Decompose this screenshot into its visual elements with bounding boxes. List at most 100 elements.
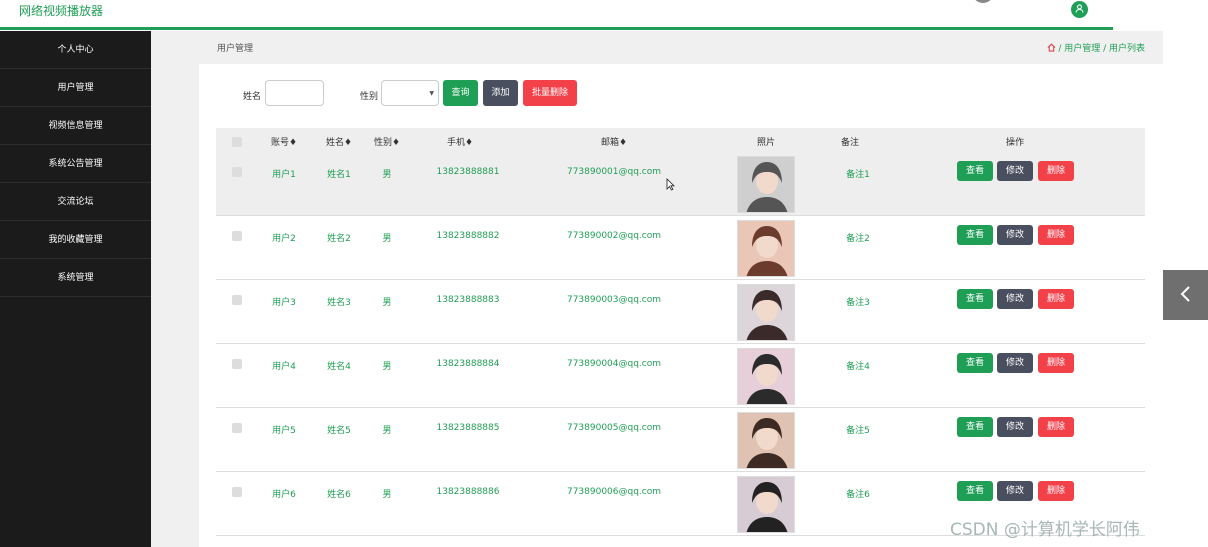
view-button[interactable]: 查看 [957,481,993,501]
user-photo [737,284,795,341]
delete-button[interactable]: 删除 [1038,417,1074,437]
user-photo [737,348,795,405]
cell-email: 773890001@qq.com [566,167,662,177]
col-phone-header[interactable]: 手机♦ [447,135,473,148]
sidebar-item-forum[interactable]: 交流论坛 [0,183,151,221]
cell-phone: 13823888881 [436,167,500,177]
edit-button[interactable]: 修改 [997,353,1033,373]
cell-account: 用户2 [272,234,296,244]
cell-gender: 男 [382,298,392,308]
col-photo-header: 照片 [756,138,776,148]
cell-note: 备注5 [846,426,870,436]
view-button[interactable]: 查看 [957,353,993,373]
cell-account: 用户3 [272,298,296,308]
view-button[interactable]: 查看 [957,289,993,309]
cell-email: 773890004@qq.com [566,359,662,369]
sidebar-item-video-info[interactable]: 视频信息管理 [0,107,151,145]
cell-email: 773890003@qq.com [566,295,662,305]
gender-label: 性别 [360,92,379,102]
cell-phone: 13823888883 [436,295,500,305]
table-row: 用户3 姓名3 男 13823888883 773890003@qq.com 备注3 查看修… [216,280,1145,344]
cell-phone: 13823888886 [436,487,500,497]
cell-name: 姓名5 [327,426,351,436]
cell-gender: 男 [382,170,392,180]
cell-account: 用户4 [272,362,296,372]
delete-button[interactable]: 删除 [1038,353,1074,373]
row-checkbox[interactable] [232,167,242,177]
edit-button[interactable]: 修改 [997,289,1033,309]
cell-gender: 男 [382,362,392,372]
sidebar-item-personal-center[interactable]: 个人中心 [0,31,151,69]
cell-note: 备注4 [846,362,870,372]
sidebar-item-system[interactable]: 系统管理 [0,259,151,297]
cell-email: 773890005@qq.com [566,423,662,433]
cell-email: 773890006@qq.com [566,487,662,497]
watermark: CSDN @计算机学长阿伟 [950,520,1140,540]
breadcrumb-path[interactable]: / 用户管理 / 用户列表 [1058,44,1145,54]
user-photo [737,156,795,213]
edit-button[interactable]: 修改 [997,225,1033,245]
view-button[interactable]: 查看 [957,417,993,437]
cell-gender: 男 [382,234,392,244]
app-brand: 网络视频播放器 [19,4,104,18]
row-checkbox[interactable] [232,295,242,305]
table-row: 用户5 姓名5 男 13823888885 773890005@qq.com 备注5 查看修… [216,408,1145,472]
table-row: 用户2 姓名2 男 13823888882 773890002@qq.com 备注2 查看修… [216,216,1145,280]
user-photo [737,476,795,533]
cell-phone: 13823888885 [436,423,500,433]
col-gender-header[interactable]: 性别♦ [374,135,400,148]
delete-button[interactable]: 删除 [1038,161,1074,181]
cell-gender: 男 [382,426,392,436]
cell-name: 姓名4 [327,362,351,372]
row-checkbox[interactable] [232,487,242,497]
cell-account: 用户6 [272,490,296,500]
col-name-header[interactable]: 姓名♦ [326,135,352,148]
name-label: 姓名 [243,92,262,102]
cell-name: 姓名1 [327,170,351,180]
row-checkbox[interactable] [232,423,242,433]
gender-select[interactable]: ▼ [381,80,439,106]
cell-note: 备注3 [846,298,870,308]
name-search-input[interactable] [265,80,324,106]
user-photo [737,412,795,469]
sidebar-item-favorites[interactable]: 我的收藏管理 [0,221,151,259]
sidebar-item-announcements[interactable]: 系统公告管理 [0,145,151,183]
delete-button[interactable]: 删除 [1038,481,1074,501]
view-button[interactable]: 查看 [957,161,993,181]
user-avatar-button[interactable] [1071,1,1088,18]
edit-button[interactable]: 修改 [997,161,1033,181]
table-row: 用户4 姓名4 男 13823888884 773890004@qq.com 备注4 查看修… [216,344,1145,408]
user-photo [737,220,795,277]
edit-button[interactable]: 修改 [997,417,1033,437]
delete-button[interactable]: 删除 [1038,289,1074,309]
cell-email: 773890002@qq.com [566,231,662,241]
cell-gender: 男 [382,490,392,500]
top-circle-decoration [972,0,994,3]
table-row: 用户1 姓名1 男 13823888881 773890001@qq.com 备注1 查看修… [216,152,1145,216]
row-checkbox[interactable] [232,359,242,369]
cell-note: 备注6 [846,490,870,500]
caret-down-icon: ▼ [429,90,434,97]
col-email-header[interactable]: 邮箱♦ [601,135,627,148]
cell-note: 备注2 [846,234,870,244]
delete-button[interactable]: 删除 [1038,225,1074,245]
mouse-cursor-icon [666,178,675,194]
view-button[interactable]: 查看 [957,225,993,245]
row-checkbox[interactable] [232,231,242,241]
collapse-button[interactable] [1163,270,1208,320]
col-action-header: 操作 [1005,138,1025,148]
table-header: 账号♦ 姓名♦ 性别♦ 手机♦ 邮箱♦ 照片 备注 操作 [216,128,1145,152]
cell-account: 用户1 [272,170,296,180]
query-button[interactable]: 查询 [443,80,478,106]
edit-button[interactable]: 修改 [997,481,1033,501]
cell-name: 姓名2 [327,234,351,244]
select-all-checkbox[interactable] [232,137,242,147]
home-icon[interactable] [1047,43,1056,55]
top-bar: 网络视频播放器 [0,0,1113,30]
user-icon [1075,3,1084,16]
add-button[interactable]: 添加 [483,80,518,106]
sidebar-item-user-management[interactable]: 用户管理 [0,69,151,107]
col-account-header[interactable]: 账号♦ [271,135,297,148]
batch-delete-button[interactable]: 批量删除 [523,80,577,106]
cell-name: 姓名3 [327,298,351,308]
